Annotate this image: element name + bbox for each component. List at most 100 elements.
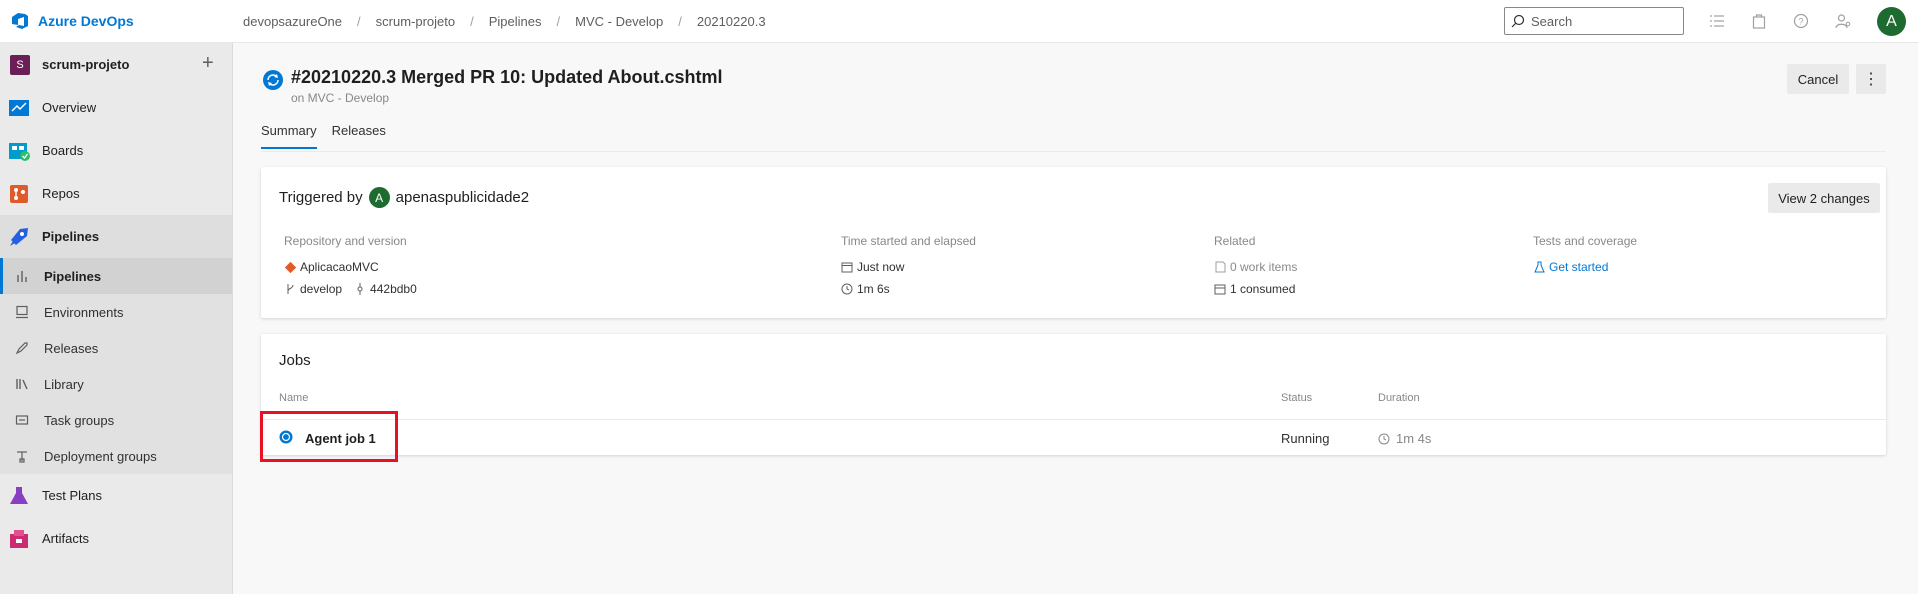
time-header: Time started and elapsed (841, 234, 976, 248)
more-vertical-icon: ⋮ (1863, 71, 1879, 88)
job-status: Running (1281, 431, 1330, 446)
table-row[interactable]: Agent job 1 Running 1m 4s (261, 420, 1886, 455)
sidebar-subitem-task-groups[interactable]: Task groups (0, 402, 232, 438)
user-settings-icon[interactable] (1832, 10, 1854, 32)
top-icons: ? (1706, 10, 1874, 32)
repository-name: AplicacaoMVC (300, 260, 379, 274)
sidebar-subitem-environments[interactable]: Environments (0, 294, 232, 330)
sidebar-item-label: Artifacts (42, 531, 89, 546)
environments-icon (14, 304, 30, 320)
work-items-row: 0 work items (1214, 256, 1297, 278)
overview-icon (9, 99, 29, 116)
sidebar-item-overview[interactable]: Overview (0, 86, 232, 129)
repos-icon (10, 184, 28, 203)
test-plans-icon (10, 486, 28, 504)
project-name: scrum-projeto (42, 57, 130, 72)
column-header-name: Name (279, 392, 309, 404)
azure-devops-icon (12, 13, 28, 29)
sidebar-subitem-label: Releases (44, 340, 99, 356)
job-duration-value: 1m 4s (1396, 431, 1432, 446)
sidebar: S scrum-projeto + Overview Boards Repos … (0, 43, 233, 594)
search-input[interactable]: Search (1504, 7, 1684, 35)
breadcrumb-organization[interactable]: devopsazureOne (243, 14, 342, 29)
sidebar-item-pipelines[interactable]: Pipelines (0, 215, 232, 258)
repository-row[interactable]: AplicacaoMVC (284, 256, 417, 278)
sidebar-item-label: Overview (42, 100, 97, 115)
sidebar-item-test-plans[interactable]: Test Plans (0, 474, 232, 517)
flask-icon (1533, 261, 1545, 273)
help-icon[interactable]: ? (1790, 10, 1812, 32)
tab-divider (261, 151, 1886, 152)
repository-column: Repository and version AplicacaoMVC deve… (284, 234, 417, 300)
breadcrumb: devopsazureOne / scrum-projeto / Pipelin… (243, 14, 766, 29)
breadcrumb-run[interactable]: 20210220.3 (697, 14, 766, 29)
azure-devops-logo[interactable]: Azure DevOps (10, 11, 134, 31)
task-groups-icon (14, 412, 30, 428)
search-placeholder: Search (1531, 13, 1573, 29)
get-started-row[interactable]: Get started (1533, 256, 1637, 278)
view-changes-button[interactable]: View 2 changes (1768, 183, 1880, 213)
clock-icon (841, 283, 853, 295)
pipelines-icon (10, 227, 28, 246)
started-row: Just now (841, 256, 976, 278)
get-started-link[interactable]: Get started (1549, 260, 1608, 274)
sidebar-item-artifacts[interactable]: Artifacts (0, 517, 232, 560)
deployment-groups-icon (14, 448, 30, 464)
user-avatar[interactable]: A (1877, 7, 1906, 36)
elapsed-time: 1m 6s (857, 282, 890, 296)
calendar-icon (841, 261, 853, 273)
related-column: Related 0 work items 1 consumed (1214, 234, 1297, 300)
tab-releases[interactable]: Releases (332, 123, 386, 149)
git-icon (284, 261, 296, 273)
sidebar-item-boards[interactable]: Boards (0, 129, 232, 172)
job-duration: 1m 4s (1378, 431, 1431, 446)
sidebar-subitem-label: Library (44, 376, 84, 392)
tab-summary[interactable]: Summary (261, 123, 317, 149)
sidebar-subitem-deployment-groups[interactable]: Deployment groups (0, 438, 232, 474)
add-icon[interactable]: + (202, 52, 214, 75)
consumed-row[interactable]: 1 consumed (1214, 278, 1297, 300)
branch-name[interactable]: develop (300, 282, 342, 296)
project-avatar: S (10, 54, 30, 75)
summary-card: Triggered by A apenaspublicidade2 View 2… (261, 167, 1886, 318)
sidebar-item-repos[interactable]: Repos (0, 172, 232, 215)
triggered-by: Triggered by A apenaspublicidade2 (279, 187, 529, 208)
column-header-duration: Duration (1378, 392, 1420, 404)
sidebar-subitem-label: Task groups (44, 412, 115, 428)
breadcrumb-separator: / (556, 14, 561, 29)
sidebar-subitem-library[interactable]: Library (0, 366, 232, 402)
triggered-by-label: Triggered by (279, 189, 363, 206)
marketplace-icon[interactable] (1748, 10, 1770, 32)
related-header: Related (1214, 234, 1256, 248)
boards-icon (9, 142, 30, 161)
sidebar-subitem-pipelines[interactable]: Pipelines (0, 258, 232, 294)
task-list-icon[interactable] (1706, 10, 1728, 32)
branch-icon (284, 283, 296, 295)
svg-text:?: ? (1798, 17, 1803, 27)
breadcrumb-pipelines[interactable]: Pipelines (489, 14, 542, 29)
breadcrumb-pipeline[interactable]: MVC - Develop (575, 14, 663, 29)
cancel-button[interactable]: Cancel (1787, 64, 1849, 94)
rocket-icon (14, 340, 30, 356)
breadcrumb-project[interactable]: scrum-projeto (376, 14, 455, 29)
main-content: #20210220.3 Merged PR 10: Updated About.… (233, 43, 1918, 594)
clock-icon (1378, 433, 1390, 444)
time-column: Time started and elapsed Just now 1m 6s (841, 234, 976, 300)
sidebar-item-label: Repos (42, 186, 80, 201)
more-actions-button[interactable]: ⋮ (1856, 64, 1886, 94)
commit-id[interactable]: 442bdb0 (370, 282, 417, 296)
sidebar-item-label: Pipelines (42, 229, 100, 244)
search-icon (1511, 14, 1525, 28)
sidebar-subitem-releases[interactable]: Releases (0, 330, 232, 366)
trigger-user-name[interactable]: apenaspublicidade2 (396, 189, 529, 206)
tests-header: Tests and coverage (1533, 234, 1638, 248)
project-header[interactable]: S scrum-projeto + (0, 43, 232, 86)
started-time: Just now (857, 260, 905, 274)
elapsed-row: 1m 6s (841, 278, 976, 300)
breadcrumb-separator: / (357, 14, 361, 29)
page-title: #20210220.3 Merged PR 10: Updated About.… (291, 67, 723, 87)
top-bar: Azure DevOps devopsazureOne / scrum-proj… (0, 0, 1918, 43)
jobs-card: Jobs Name Status Duration Agent job 1 Ru… (261, 334, 1886, 455)
tests-column: Tests and coverage Get started (1533, 234, 1637, 278)
tab-bar: Summary Releases (261, 123, 401, 149)
